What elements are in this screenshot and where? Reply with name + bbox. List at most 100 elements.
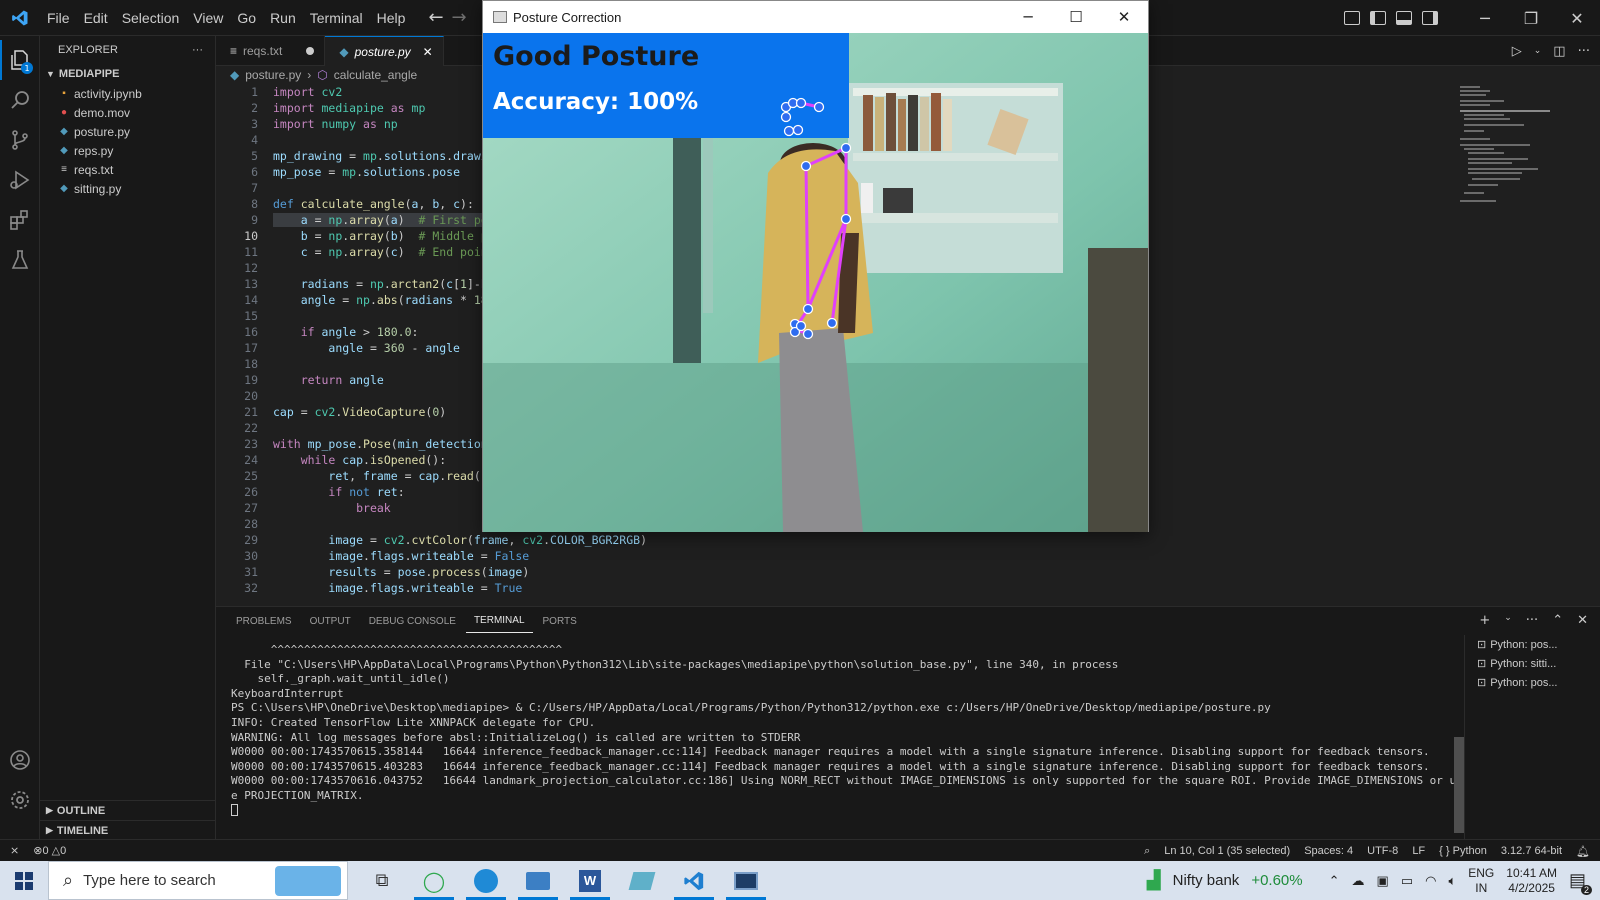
search-icon[interactable] <box>0 80 40 120</box>
language-mode[interactable]: { } Python <box>1439 845 1487 857</box>
python-interpreter[interactable]: 3.12.7 64-bit <box>1501 845 1562 857</box>
terminal-output[interactable]: ^^^^^^^^^^^^^^^^^^^^^^^^^^^^^^^^^^^^^^^^… <box>231 643 1463 833</box>
file-explorer-icon[interactable] <box>512 861 564 900</box>
close-icon[interactable]: ✕ <box>1100 1 1148 33</box>
volume-icon[interactable]: 🔈︎ <box>1448 873 1456 889</box>
close-panel-icon[interactable]: ✕ <box>1577 613 1588 628</box>
terminal-instances: ⊡ Python: pos... ⊡ Python: sitti... ⊡ Pytho… <box>1464 635 1600 840</box>
file-item[interactable]: ◆ posture.py <box>40 122 215 141</box>
bell-icon[interactable]: 🔔︎ <box>1576 845 1590 858</box>
search-highlight-illustration-icon <box>275 865 341 896</box>
breadcrumb-symbol[interactable]: calculate_angle <box>334 68 417 82</box>
split-editor-icon[interactable]: ◫ <box>1553 44 1565 59</box>
menu-terminal[interactable]: Terminal <box>303 10 370 26</box>
bottom-panel: PROBLEMS OUTPUT DEBUG CONSOLE TERMINAL P… <box>216 606 1600 840</box>
menu-file[interactable]: File <box>40 10 77 26</box>
minimize-icon[interactable]: ─ <box>1462 0 1508 36</box>
terminal-instance[interactable]: ⊡ Python: sitti... <box>1465 654 1600 673</box>
back-arrow-icon[interactable]: ← <box>428 7 443 28</box>
tab-debug-console[interactable]: DEBUG CONSOLE <box>361 610 464 633</box>
chevron-up-icon[interactable]: ⌃ <box>1329 873 1340 889</box>
remote-icon[interactable]: ⨯ <box>10 844 19 857</box>
forward-arrow-icon[interactable]: → <box>452 7 467 28</box>
close-tab-icon[interactable]: ✕ <box>423 45 433 59</box>
zoom-search-icon[interactable]: ⌕ <box>1144 845 1150 858</box>
widget-label[interactable]: Nifty bank <box>1173 872 1240 889</box>
account-icon[interactable] <box>0 740 40 780</box>
onedrive-icon[interactable]: ☁ <box>1352 873 1365 889</box>
wifi-icon[interactable]: ◠ <box>1425 873 1436 889</box>
toggle-panel-icon[interactable] <box>1396 11 1412 25</box>
problems-indicator[interactable]: ⊗0 △0 <box>33 844 66 857</box>
terminal-instance[interactable]: ⊡ Python: pos... <box>1465 673 1600 692</box>
vscode-taskbar-icon[interactable] <box>668 861 720 900</box>
restore-icon[interactable]: ❐ <box>1508 0 1554 36</box>
indentation[interactable]: Spaces: 4 <box>1304 845 1353 857</box>
end-of-line[interactable]: LF <box>1412 845 1425 857</box>
menu-selection[interactable]: Selection <box>115 10 187 26</box>
close-icon[interactable]: ✕ <box>1554 0 1600 36</box>
outline-section[interactable]: ▶ OUTLINE <box>40 800 216 820</box>
file-item[interactable]: ◆ reps.py <box>40 141 215 160</box>
battery-icon[interactable]: ▭ <box>1401 873 1413 889</box>
chevron-down-icon[interactable]: ⌄ <box>1504 613 1512 628</box>
encoding[interactable]: UTF-8 <box>1367 845 1398 857</box>
camera-in-use-icon[interactable]: ▣ <box>1377 873 1389 889</box>
explorer-icon[interactable]: 1 <box>0 40 40 80</box>
more-actions-icon[interactable]: ··· <box>1578 44 1590 59</box>
folder-mediapipe[interactable]: ▼ MEDIAPIPE <box>40 64 215 84</box>
menu-go[interactable]: Go <box>230 10 263 26</box>
menu-edit[interactable]: Edit <box>77 10 115 26</box>
python-icon: ◆ <box>60 183 68 194</box>
menu-run[interactable]: Run <box>263 10 303 26</box>
chart-widget-icon[interactable]: ▟ <box>1147 870 1161 891</box>
python-window-taskbar-icon[interactable] <box>720 861 772 900</box>
run-python-icon[interactable]: ▷ <box>1512 44 1522 59</box>
settings-gear-icon[interactable] <box>0 780 40 820</box>
tab-posture-py[interactable]: ◆ posture.py ✕ <box>325 36 444 66</box>
minimap[interactable] <box>1460 84 1556 214</box>
tab-terminal[interactable]: TERMINAL <box>465 609 533 633</box>
timeline-section[interactable]: ▶ TIMELINE <box>40 820 216 840</box>
new-terminal-icon[interactable]: + <box>1479 613 1490 628</box>
maximize-panel-icon[interactable]: ⌃ <box>1552 613 1563 628</box>
clock[interactable]: 10:41 AM 4/2/2025 <box>1506 866 1557 896</box>
edge-browser-icon[interactable] <box>460 861 512 900</box>
unsaved-dot-icon[interactable] <box>306 47 315 55</box>
language-indicator[interactable]: ENG IN <box>1468 866 1494 896</box>
menu-view[interactable]: View <box>186 10 230 26</box>
breadcrumb-file[interactable]: posture.py <box>245 68 301 82</box>
file-item[interactable]: ▪ activity.ipynb <box>40 84 215 103</box>
toggle-secondary-sidebar-icon[interactable] <box>1422 11 1438 25</box>
taskbar-search-box[interactable]: ⌕ Type here to search <box>48 861 348 900</box>
refresh-app-icon[interactable]: ◯ <box>408 861 460 900</box>
tab-problems[interactable]: PROBLEMS <box>228 610 300 633</box>
file-label: reqs.txt <box>74 162 114 177</box>
minimize-icon[interactable]: ─ <box>1004 1 1052 33</box>
word-icon[interactable]: W <box>564 861 616 900</box>
menu-help[interactable]: Help <box>370 10 413 26</box>
windows-start-icon[interactable] <box>0 861 48 900</box>
customize-layout-icon[interactable] <box>1344 11 1360 25</box>
chevron-down-icon[interactable]: ⌄ <box>1534 46 1542 56</box>
more-actions-icon[interactable]: ··· <box>192 44 203 56</box>
testing-icon[interactable] <box>0 240 40 280</box>
extensions-icon[interactable] <box>0 200 40 240</box>
file-item[interactable]: ◆ sitting.py <box>40 179 215 198</box>
tab-ports[interactable]: PORTS <box>535 610 585 633</box>
notification-center-icon[interactable]: ▤ 2 <box>1569 870 1592 895</box>
source-control-icon[interactable] <box>0 120 40 160</box>
file-item[interactable]: ≡ reqs.txt <box>40 160 215 179</box>
more-actions-icon[interactable]: ··· <box>1526 613 1538 628</box>
file-item[interactable]: ● demo.mov <box>40 103 215 122</box>
tab-reqs-txt[interactable]: ≡ reqs.txt <box>216 36 326 66</box>
terminal-scrollbar[interactable] <box>1454 737 1464 833</box>
tab-output[interactable]: OUTPUT <box>302 610 359 633</box>
cursor-position[interactable]: Ln 10, Col 1 (35 selected) <box>1164 845 1290 857</box>
terminal-instance[interactable]: ⊡ Python: pos... <box>1465 635 1600 654</box>
maximize-icon[interactable]: ☐ <box>1052 1 1100 33</box>
toggle-primary-sidebar-icon[interactable] <box>1370 11 1386 25</box>
app-blue-icon[interactable] <box>616 861 668 900</box>
run-debug-icon[interactable] <box>0 160 40 200</box>
task-view-icon[interactable]: ⧉ <box>356 861 408 900</box>
